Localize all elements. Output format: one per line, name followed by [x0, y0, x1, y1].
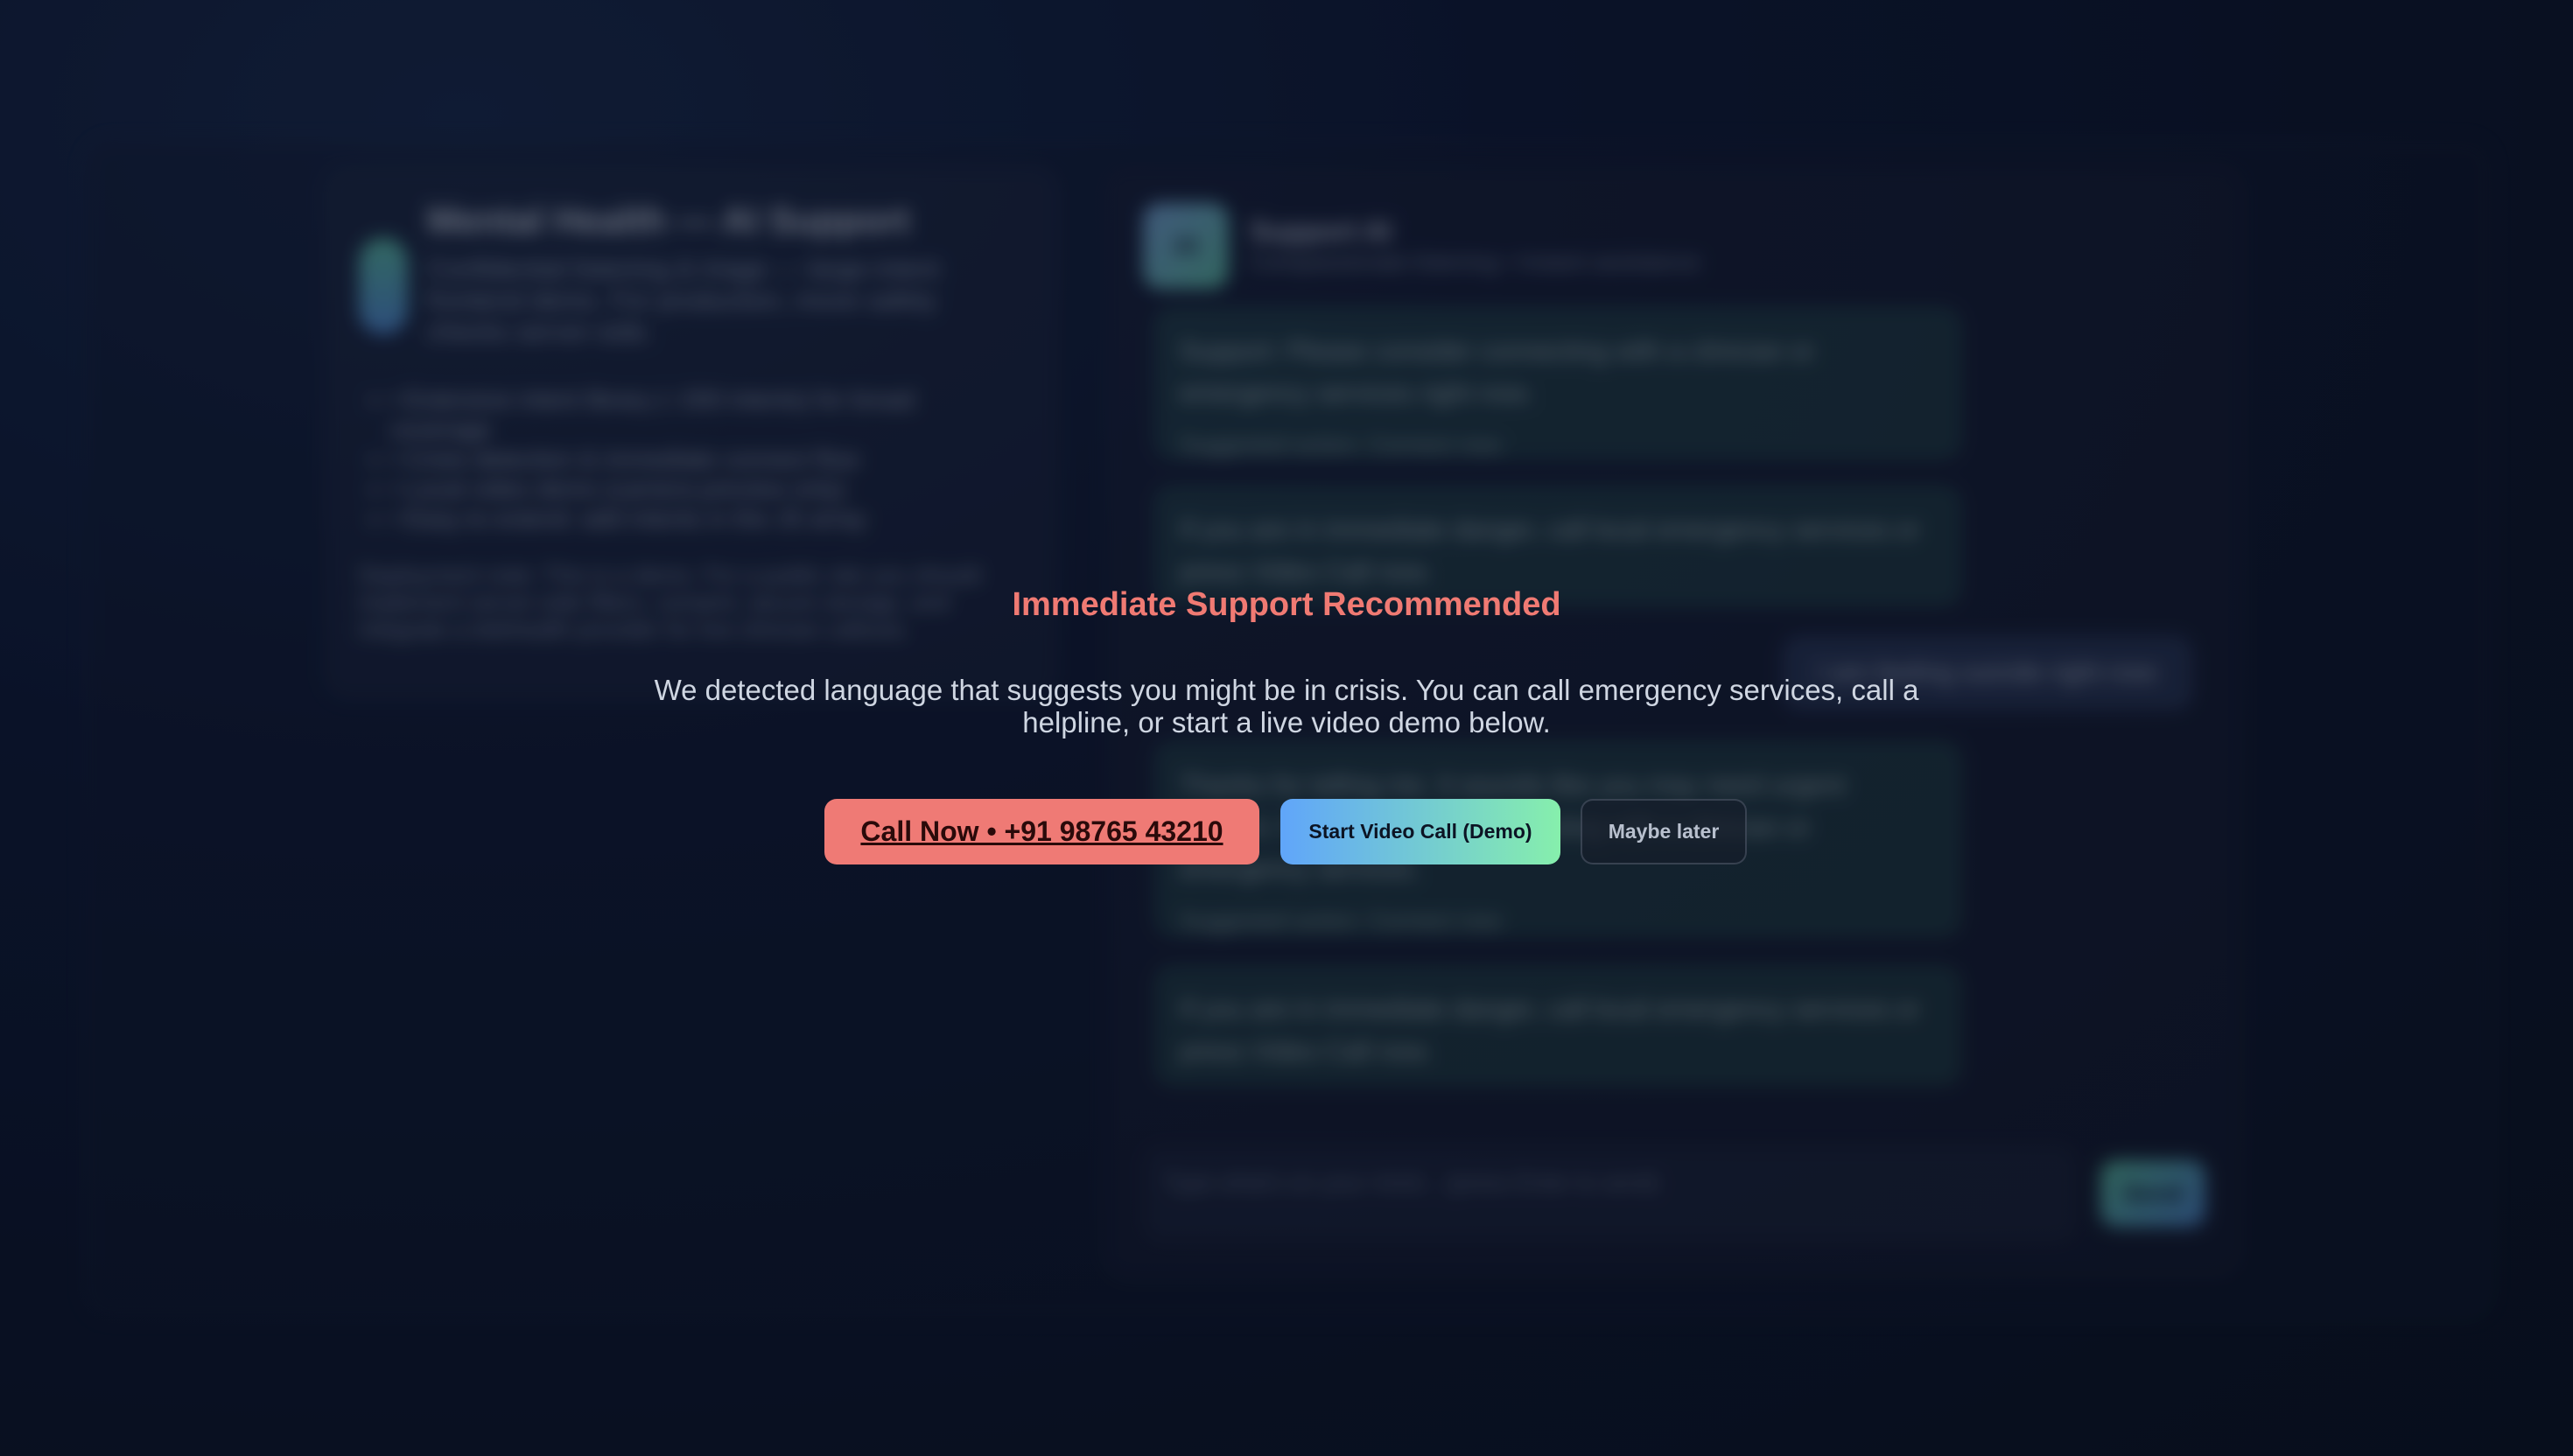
crisis-modal: Immediate Support Recommended We detecte…	[0, 0, 2573, 1456]
modal-message: We detected language that suggests you m…	[654, 674, 1919, 738]
call-now-button[interactable]: Call Now • +91 98765 43210	[824, 799, 1259, 864]
maybe-later-button[interactable]: Maybe later	[1581, 799, 1747, 864]
start-video-call-button[interactable]: Start Video Call (Demo)	[1280, 799, 1560, 864]
modal-title: Immediate Support Recommended	[1012, 586, 1561, 623]
